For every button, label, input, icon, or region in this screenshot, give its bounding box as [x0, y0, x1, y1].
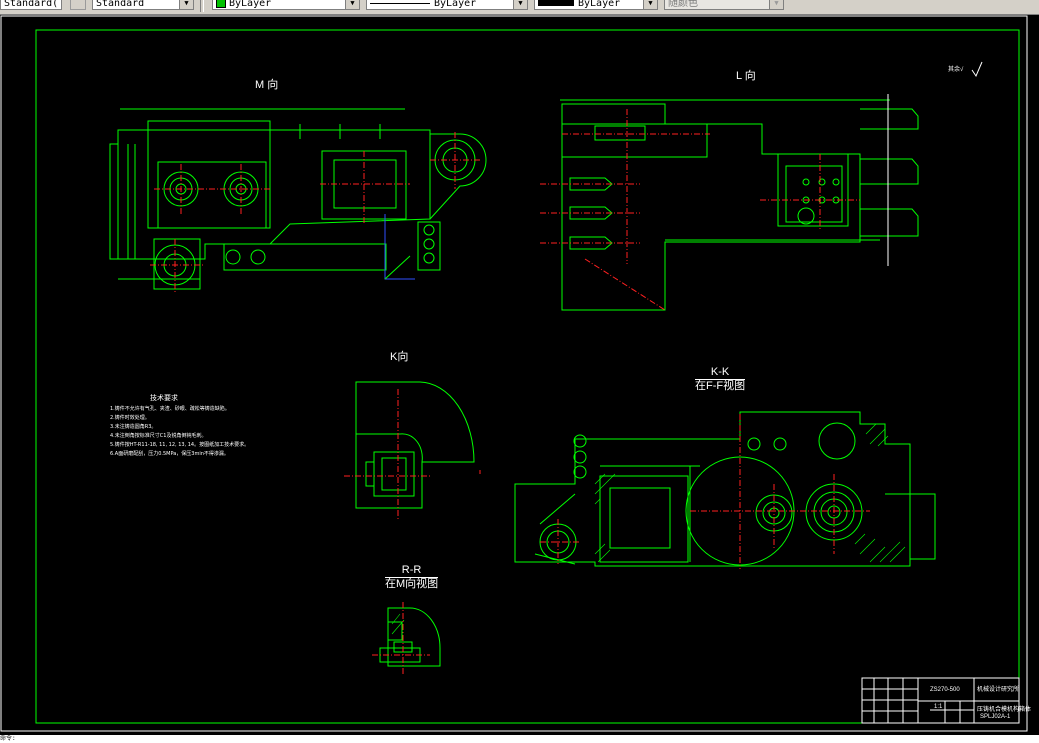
color-swatch-icon [216, 0, 226, 8]
section-rr-label: R-R [385, 564, 439, 578]
dimension-style-dropdown[interactable]: Standard ▼ [92, 0, 194, 10]
tech-title: 技术要求 [150, 394, 178, 402]
view-m-cut-line [384, 214, 415, 280]
section-kk-centerlines [540, 414, 870, 569]
technical-requirements: 技术要求 1.铸件不允许有气孔、夹渣、砂眼、疏松等铸造缺陷。 2.铸件时效处理。… [110, 394, 249, 459]
view-m-label: M 向 [255, 79, 279, 91]
section-rr-geometry [379, 607, 441, 667]
view-k-label: K向 [390, 351, 409, 363]
color-dropdown[interactable]: ByLayer ▼ [212, 0, 360, 10]
title-block-scale: 1:1 [934, 704, 943, 710]
properties-toolbar: Standard( Standard ▼ ByLayer ▼ ByLayer ▼… [0, 0, 1039, 15]
roughness-note: 其余√ [948, 67, 964, 73]
linetype-dropdown[interactable]: ByLayer ▼ [366, 0, 528, 10]
command-prompt: 命令: [0, 735, 16, 742]
chevron-down-icon[interactable]: ▼ [179, 0, 193, 9]
roughness-symbol [971, 61, 983, 78]
view-k-centerlines [344, 389, 430, 519]
view-k-geometry [355, 381, 475, 509]
view-l-label: L 向 [736, 70, 756, 82]
tech-line: 3.未注铸造圆角R3。 [110, 424, 157, 430]
command-line[interactable]: 命令: [0, 735, 1039, 743]
inner-frame [35, 29, 1020, 724]
section-kk-sub: 在F-F视图 [695, 380, 746, 392]
view-m-leader [384, 255, 411, 280]
section-kk-title: K-K 在F-F视图 [695, 366, 746, 392]
toolbar-separator [200, 0, 204, 12]
title-block-company: 机械设计研究所 [977, 687, 1020, 693]
outer-frame [0, 15, 1028, 732]
tech-line: 6.A面研磨配刮，压力0.5MPa，保压3min不得渗漏。 [110, 451, 229, 457]
plot-style-value: 随颜色 [668, 0, 698, 9]
lineweight-sample-icon [538, 0, 574, 6]
view-l-geometry [560, 99, 919, 311]
text-style-value: Standard( [4, 0, 59, 9]
chevron-down-icon[interactable]: ▼ [769, 0, 783, 9]
dimension-style-icon[interactable] [70, 0, 86, 10]
chevron-down-icon[interactable]: ▼ [643, 0, 657, 9]
section-kk-label: K-K [695, 366, 746, 380]
color-value: ByLayer [229, 0, 272, 9]
linetype-sample-icon [370, 2, 430, 4]
chevron-down-icon[interactable]: ▼ [513, 0, 527, 9]
chevron-down-icon[interactable]: ▼ [345, 0, 359, 9]
section-kk-geometry [514, 411, 936, 567]
section-rr-centerline [372, 602, 430, 674]
view-m-geometry [109, 108, 487, 290]
tech-line: 4.未注倒角按标准尺寸C1及锐角倒钝毛刺。 [110, 433, 207, 439]
tech-line: 2.铸件时效处理。 [110, 415, 150, 421]
view-l-centerlines [540, 109, 860, 311]
text-style-dropdown[interactable]: Standard( [0, 0, 62, 10]
section-rr-sub: 在M向视图 [385, 578, 439, 590]
plot-style-dropdown[interactable]: 随颜色 ▼ [664, 0, 784, 10]
linetype-value: ByLayer [434, 0, 477, 9]
drawing-canvas[interactable]: M 向 L 向 K向 其余√ K-K 在F-F视图 R-R 在M向视图 技术要求… [0, 14, 1039, 743]
section-rr-title: R-R 在M向视图 [385, 564, 439, 590]
section-kk-hatching [594, 423, 906, 563]
title-block-drawing-number: SPLJ02A-1 [980, 714, 1011, 720]
title-block-part-name: 压铸机合模机构箱体 [977, 707, 1032, 713]
dimension-style-value: Standard [96, 0, 145, 9]
title-block-drawing-code: ZS270-500 [930, 687, 960, 693]
tech-line: 1.铸件不允许有气孔、夹渣、砂眼、疏松等铸造缺陷。 [110, 406, 230, 412]
lineweight-value: ByLayer [578, 0, 621, 9]
tech-line: 5.铸件按HT-R11-18, 11, 12, 13, 14。按图纸加工技术要求… [110, 442, 250, 448]
lineweight-dropdown[interactable]: ByLayer ▼ [534, 0, 658, 10]
cad-drawing [0, 15, 1028, 732]
